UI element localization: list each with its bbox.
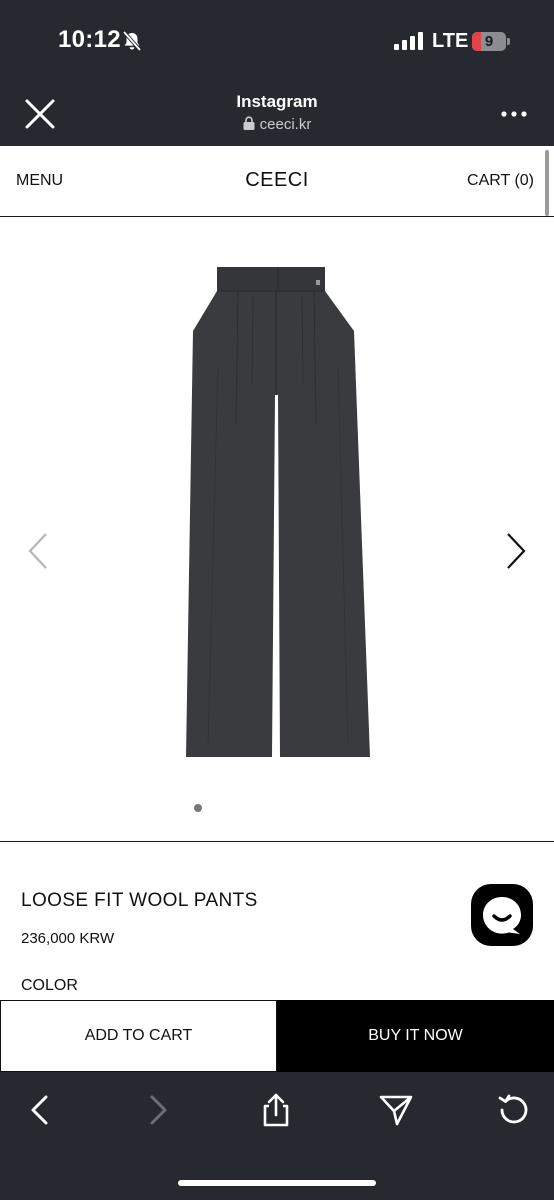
scrollbar[interactable] [545, 150, 549, 216]
browser-url: ceeci.kr [259, 116, 312, 133]
status-bar: 10:12 LTE 9 [0, 0, 554, 82]
product-gallery [0, 217, 554, 842]
buy-now-button[interactable]: BUY IT NOW [277, 1000, 554, 1072]
chat-icon [483, 897, 521, 934]
battery-tip [507, 38, 510, 45]
menu-link[interactable]: MENU [16, 172, 63, 190]
more-icon[interactable] [500, 110, 528, 118]
battery-level: 9 [484, 33, 494, 50]
add-to-cart-button[interactable]: ADD TO CART [0, 1000, 277, 1072]
color-label: COLOR [21, 977, 78, 994]
forward-icon[interactable] [140, 1092, 176, 1128]
purchase-actions: ADD TO CART BUY IT NOW [0, 1000, 554, 1072]
product-name: LOOSE FIT WOOL PANTS [21, 890, 258, 911]
product-image[interactable] [178, 265, 378, 761]
share-icon[interactable] [258, 1092, 294, 1128]
carousel-dot-active[interactable] [194, 804, 202, 812]
reload-icon[interactable] [496, 1092, 532, 1128]
lock-icon [243, 116, 255, 130]
chevron-right-icon[interactable] [504, 531, 528, 571]
site-header: MENU CEECI CART (0) [0, 146, 554, 217]
cart-link[interactable]: CART (0) [467, 172, 534, 190]
browser-url-row: ceeci.kr [0, 116, 554, 133]
battery-icon: 9 [472, 32, 506, 51]
in-app-browser-bar: Instagram ceeci.kr [0, 82, 554, 146]
home-indicator[interactable] [178, 1180, 376, 1186]
status-time: 10:12 [58, 26, 121, 53]
product-price: 236,000 KRW [21, 930, 115, 947]
back-icon[interactable] [22, 1092, 58, 1128]
chevron-left-icon[interactable] [26, 531, 50, 571]
browser-bottom-nav [0, 1072, 554, 1200]
bell-slash-icon [122, 30, 142, 52]
send-icon[interactable] [378, 1092, 414, 1128]
signal-icon [394, 32, 423, 50]
chat-button[interactable] [471, 884, 533, 946]
browser-title: Instagram [236, 92, 318, 111]
network-label: LTE [432, 30, 469, 52]
